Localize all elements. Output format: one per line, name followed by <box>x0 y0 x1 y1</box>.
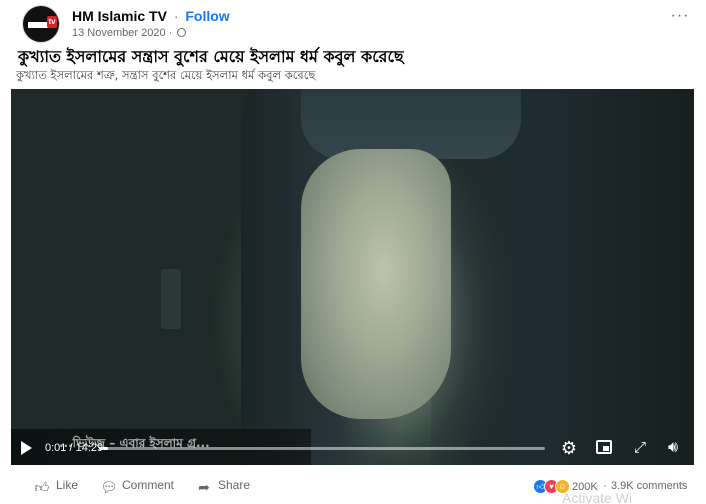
like-button[interactable]: 👍︎ Like <box>34 478 78 495</box>
like-label: Like <box>56 478 79 492</box>
page-avatar[interactable]: tv <box>22 5 60 43</box>
page-name-link[interactable]: HM Islamic TV <box>72 8 167 24</box>
video-player[interactable]: ...ভিউজ – এবার ইসলাম গ্র... 0:01 / 14:29… <box>11 89 694 465</box>
follow-button[interactable]: Follow <box>185 8 229 24</box>
comment-label: Comment <box>122 478 175 492</box>
post-date[interactable]: 13 November 2020 <box>72 27 166 39</box>
thumbs-up-icon: 👍︎ <box>34 479 50 495</box>
date-separator: · <box>168 27 173 39</box>
gear-icon[interactable]: ⚙ <box>560 439 578 457</box>
page-name-row: HM Islamic TV · Follow <box>72 8 230 24</box>
video-frame-face <box>301 149 451 419</box>
play-icon[interactable] <box>21 441 32 455</box>
video-progress-bar[interactable] <box>99 447 545 450</box>
share-arrow-icon: ➦ <box>198 479 210 495</box>
name-separator: · <box>173 8 179 24</box>
share-label: Share <box>218 478 251 492</box>
picture-in-picture-icon[interactable] <box>596 440 612 454</box>
activate-windows-watermark: Activate Wi <box>562 490 633 504</box>
video-frame-door <box>161 269 181 329</box>
share-button[interactable]: ➦ Share <box>196 478 250 495</box>
comment-button[interactable]: 💬︎ Comment <box>100 478 174 495</box>
facebook-video-post: tv HM Islamic TV · Follow 13 November 20… <box>0 0 706 504</box>
fullscreen-icon[interactable]: ⤢ <box>631 439 649 457</box>
globe-icon <box>177 28 187 37</box>
volume-icon[interactable]: 🔊︎ <box>663 439 683 457</box>
video-time: 0:01 / 14:29 <box>45 442 104 454</box>
speech-bubble-icon: 💬︎ <box>100 479 118 495</box>
post-subline: কুখ্যাত ইসলামের শত্রু, সন্ত্রাস বুশের মে… <box>16 68 316 82</box>
video-progress-fill <box>99 447 108 450</box>
post-header: tv HM Islamic TV · Follow 13 November 20… <box>0 0 706 44</box>
logo-tv: tv <box>47 16 57 28</box>
more-dots-icon[interactable]: ··· <box>670 8 690 24</box>
post-date-row: 13 November 2020 · <box>72 27 187 39</box>
video-controls: 0:01 / 14:29 ⚙ ⤢ 🔊︎ <box>11 434 694 462</box>
